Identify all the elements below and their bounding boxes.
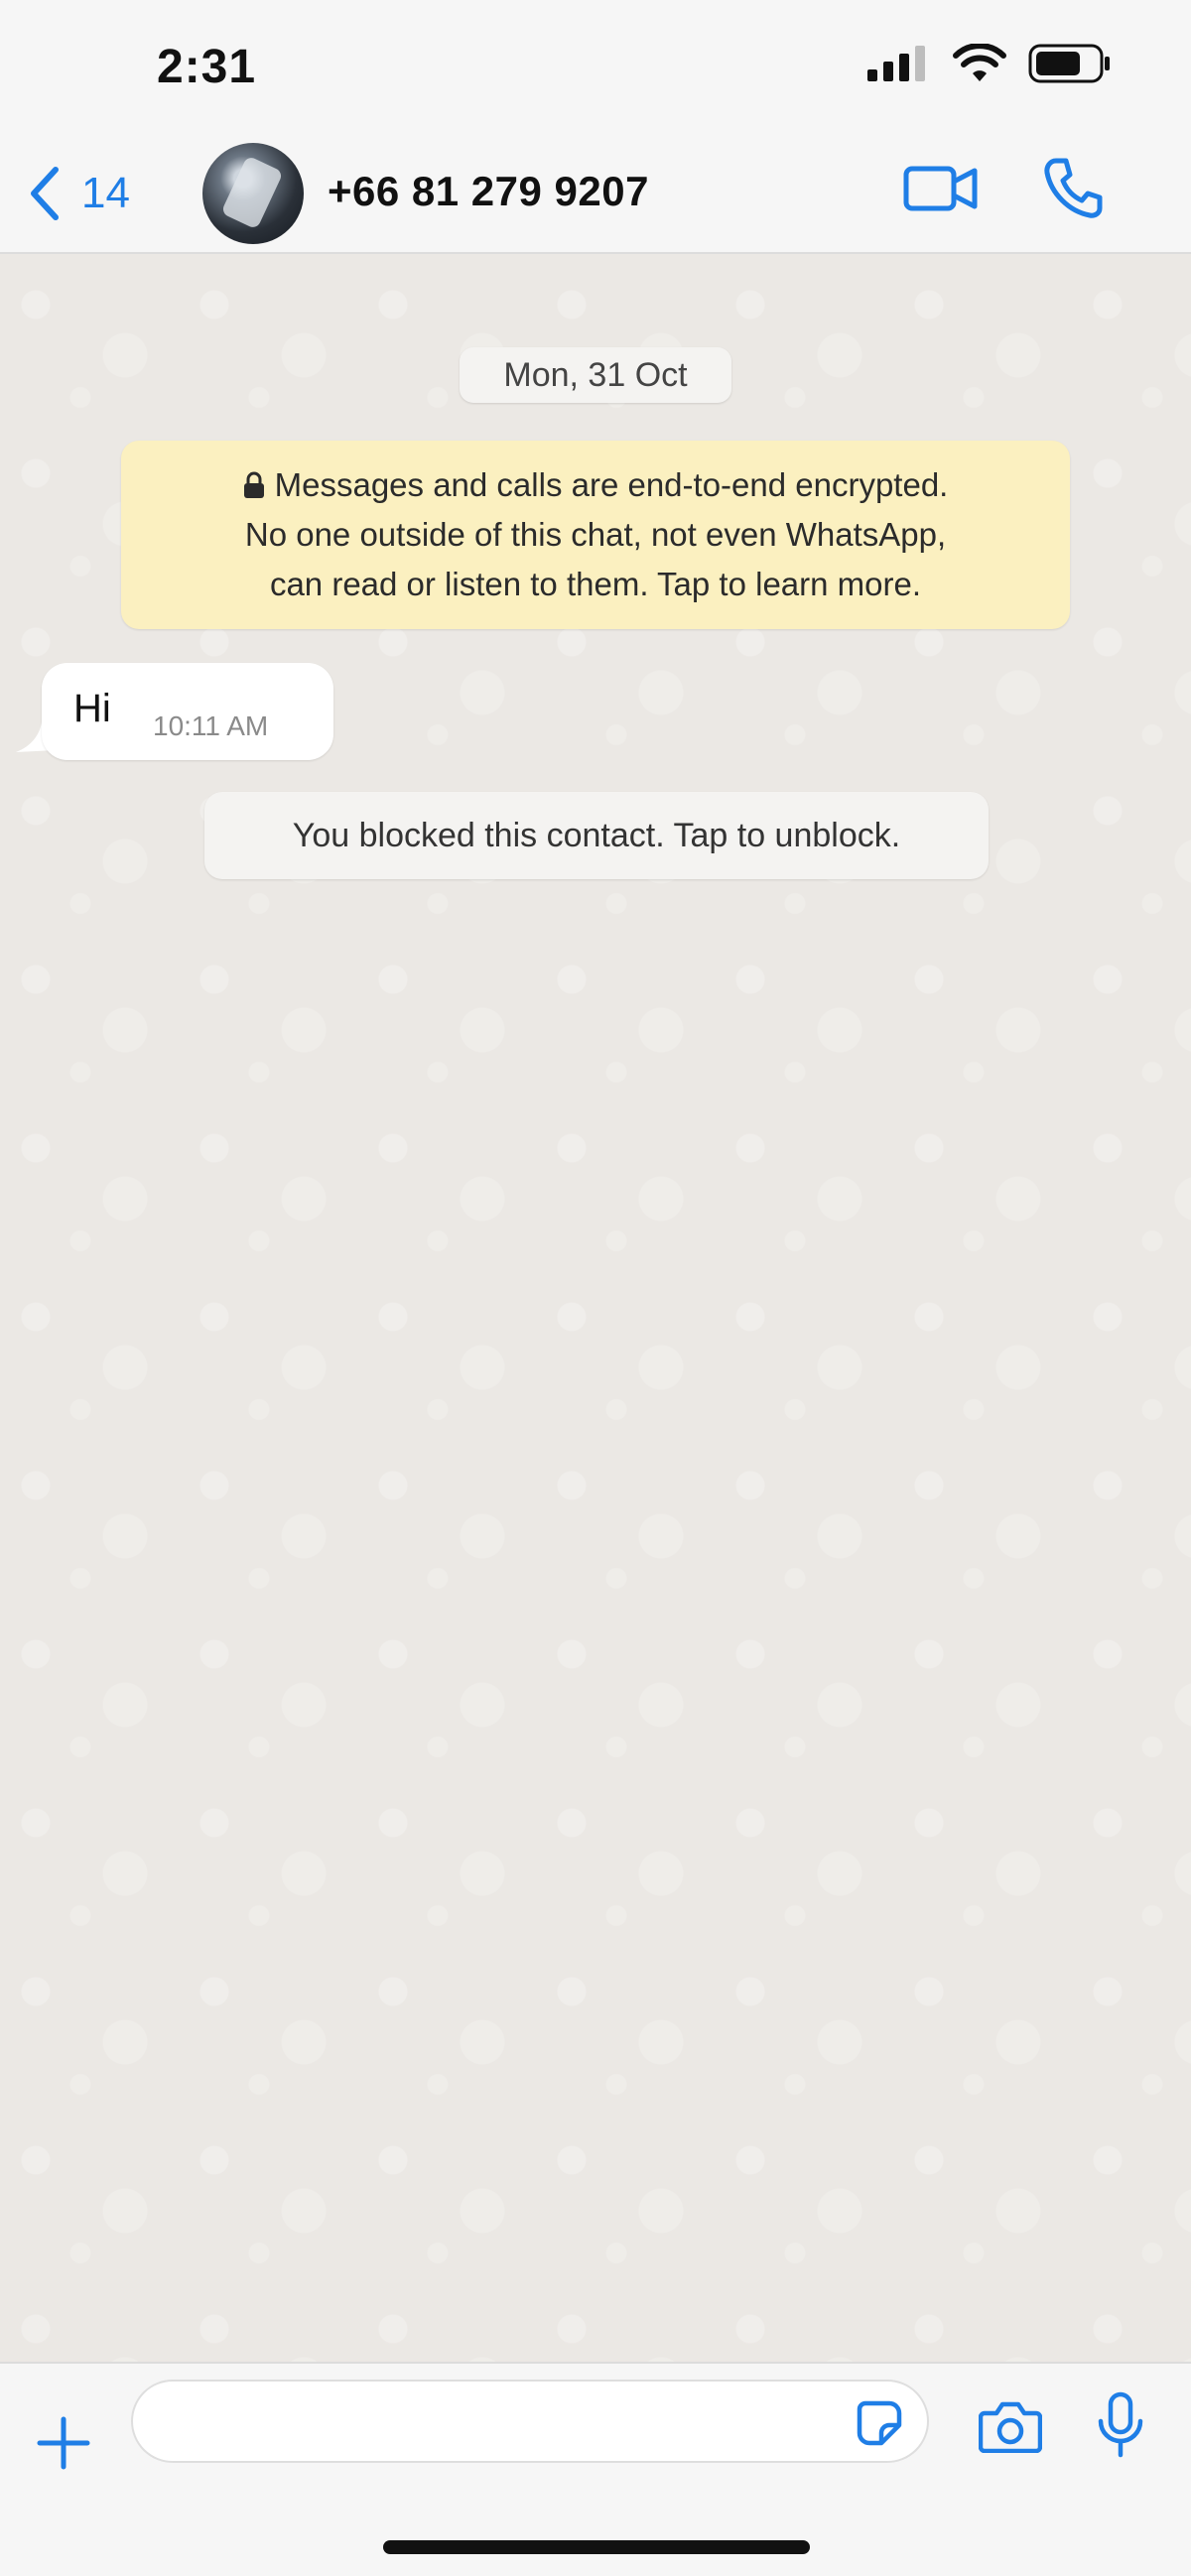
- encryption-line-1: Messages and calls are end-to-end encryp…: [274, 466, 949, 503]
- message-input[interactable]: [163, 2382, 842, 2463]
- incoming-message-bubble[interactable]: Hi 10:11 AM: [42, 663, 333, 760]
- status-time: 2:31: [157, 41, 257, 93]
- message-time: 10:11 AM: [153, 710, 269, 741]
- phone-icon: [1044, 158, 1103, 218]
- plus-icon: [37, 2416, 90, 2470]
- encryption-line-2: No one outside of this chat, not even Wh…: [244, 516, 947, 553]
- message-input-container: [131, 2380, 929, 2463]
- message-text: Hi: [73, 687, 111, 730]
- lock-icon: [243, 471, 264, 498]
- blocked-contact-notice[interactable]: You blocked this contact. Tap to unblock…: [204, 792, 989, 879]
- attach-button[interactable]: [36, 2415, 91, 2476]
- voice-call-button[interactable]: [1042, 157, 1104, 225]
- home-indicator: [383, 2540, 810, 2554]
- camera-icon: [978, 2401, 1043, 2454]
- contact-name[interactable]: +66 81 279 9207: [328, 168, 649, 215]
- back-button[interactable]: 14: [30, 159, 130, 228]
- battery-icon: [1028, 44, 1110, 83]
- status-icons: [867, 44, 1112, 83]
- chat-header: 14 +66 81 279 9207: [0, 139, 1191, 254]
- video-camera-icon: [903, 166, 978, 211]
- signal-icon: [867, 46, 925, 81]
- date-separator: Mon, 31 Oct: [460, 347, 731, 403]
- chevron-left-icon: [31, 167, 59, 220]
- camera-button[interactable]: [978, 2399, 1043, 2458]
- video-call-button[interactable]: [903, 164, 979, 218]
- input-bar: [0, 2362, 1191, 2576]
- status-bar: 2:31: [0, 0, 1191, 139]
- microphone-icon: [1098, 2391, 1143, 2458]
- encryption-notice[interactable]: Messages and calls are end-to-end encryp…: [121, 441, 1070, 629]
- chat-area[interactable]: Mon, 31 Oct Messages and calls are end-t…: [0, 254, 1191, 2362]
- unread-count: 14: [81, 169, 130, 217]
- sticker-button[interactable]: [856, 2399, 903, 2452]
- encryption-line-3: can read or listen to them. Tap to learn…: [269, 566, 922, 602]
- wifi-icon: [953, 44, 1006, 81]
- sticker-icon: [857, 2400, 902, 2446]
- avatar[interactable]: [202, 143, 304, 244]
- voice-message-button[interactable]: [1096, 2391, 1145, 2466]
